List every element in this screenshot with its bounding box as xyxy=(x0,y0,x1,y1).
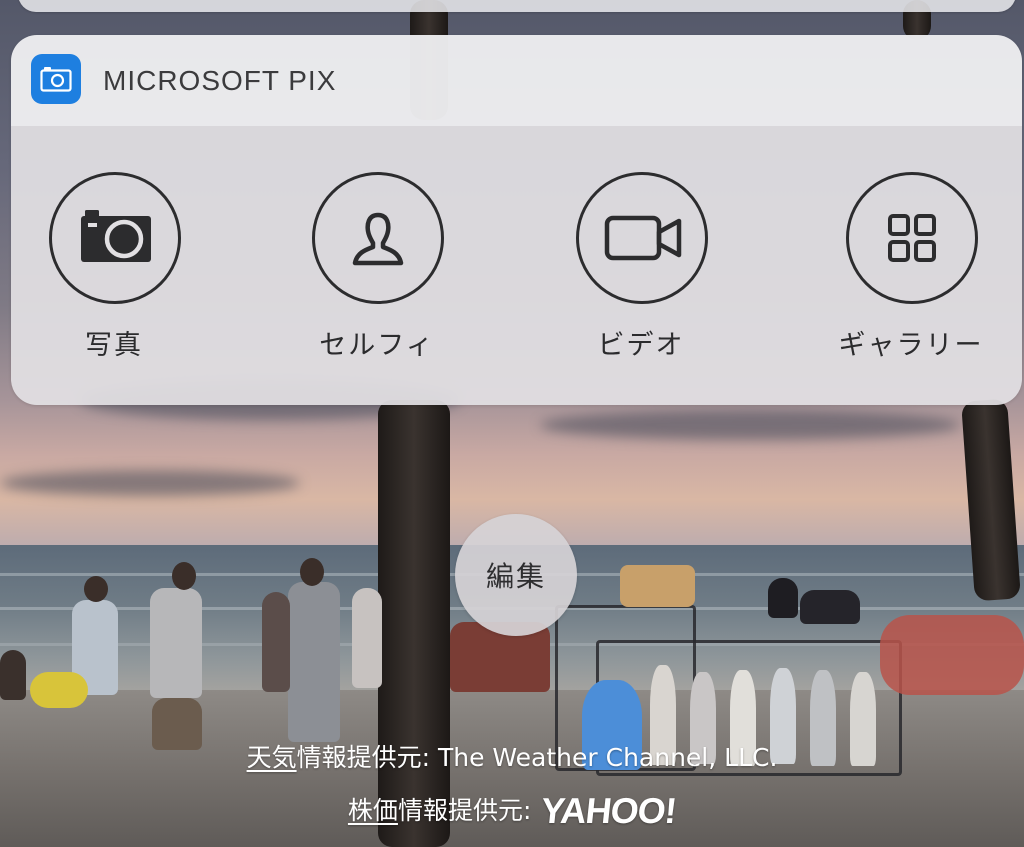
app-name: MICROSOFT PIX xyxy=(103,65,337,96)
widget-header[interactable]: MICROSOFT PIX xyxy=(11,35,1022,126)
person xyxy=(768,578,798,618)
stock-attribution-text: 情報提供元: xyxy=(397,796,532,825)
person xyxy=(150,588,202,698)
edit-button[interactable]: 編集 xyxy=(455,514,577,636)
weather-link[interactable]: 天気 xyxy=(247,743,297,772)
weather-attribution: 天気情報提供元: The Weather Channel, LLC. xyxy=(0,738,1024,774)
person xyxy=(352,588,382,688)
person xyxy=(30,672,88,708)
camera-icon xyxy=(31,54,81,104)
pix-widget: MICROSOFT PIX 写真 セルフィ ビデオ ギャラリー xyxy=(11,35,1022,405)
photo-button[interactable]: 写真 xyxy=(11,172,224,362)
gallery-label: ギャラリー xyxy=(838,330,984,361)
photo-label: 写真 xyxy=(85,330,143,361)
person xyxy=(800,590,860,624)
stock-link[interactable]: 株価 xyxy=(348,796,398,825)
person-icon xyxy=(312,172,444,304)
grid-icon xyxy=(846,172,978,304)
stock-attribution: 株価情報提供元: YAHOO! xyxy=(0,790,1024,832)
person xyxy=(0,650,26,700)
cloud xyxy=(540,410,960,440)
selfie-label: セルフィ xyxy=(319,330,435,361)
person xyxy=(288,582,340,742)
palm-trunk xyxy=(378,400,450,847)
cloud xyxy=(0,470,300,496)
selfie-button[interactable]: セルフィ xyxy=(267,172,487,362)
video-label: ビデオ xyxy=(597,330,685,361)
gallery-button[interactable]: ギャラリー xyxy=(801,172,1021,362)
weather-attribution-text: 情報提供元: The Weather Channel, LLC. xyxy=(296,743,778,772)
video-camera-icon xyxy=(576,172,708,304)
camera-icon xyxy=(49,172,181,304)
person xyxy=(262,592,290,692)
previous-widget-edge xyxy=(18,0,1016,12)
yahoo-logo[interactable]: YAHOO! xyxy=(539,790,678,832)
video-button[interactable]: ビデオ xyxy=(531,172,751,362)
